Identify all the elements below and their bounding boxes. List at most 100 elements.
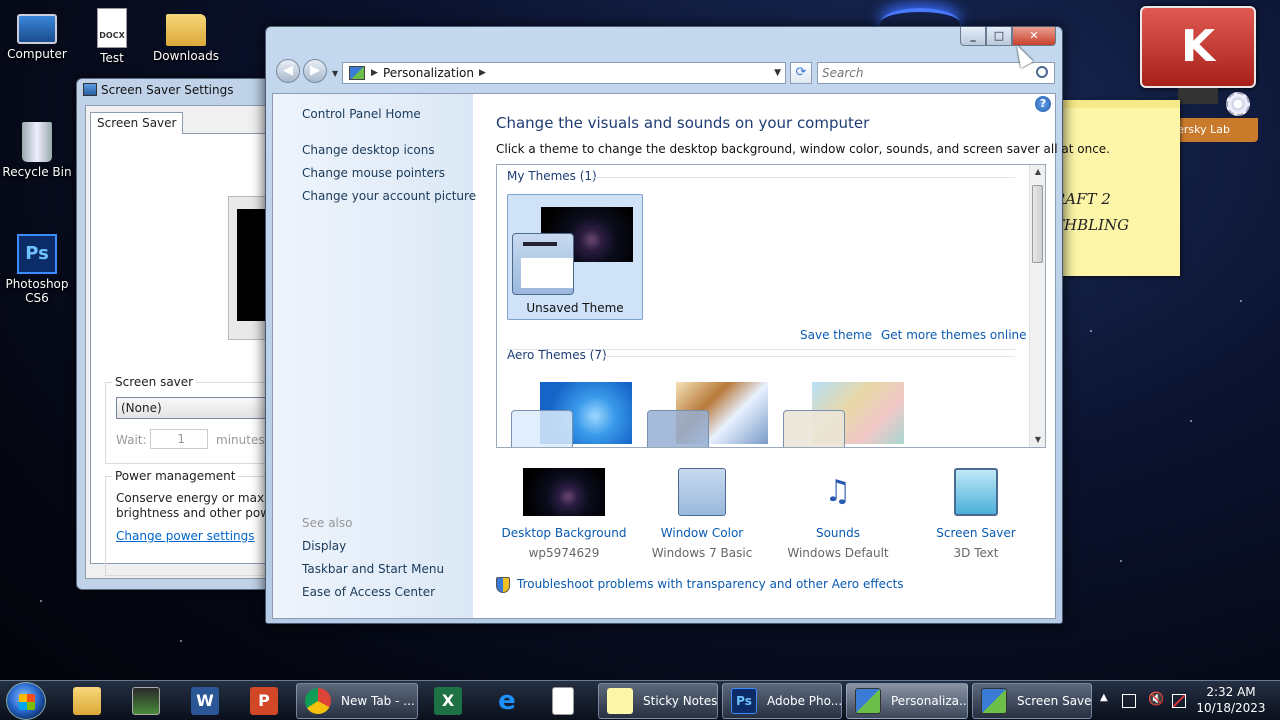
taskbar-button-sticky-notes[interactable]: Sticky Notes [598,683,718,719]
themes-list[interactable]: My Themes (1) Unsaved Theme Save theme G… [496,164,1046,448]
change-desktop-icons-link[interactable]: Change desktop icons [302,143,435,157]
swatch-bar [523,242,557,246]
control-panel-icon [349,66,365,80]
desktop-icon-test[interactable]: DOCX Test [75,8,149,65]
window-color-label: Window Color [660,526,744,540]
taskbar-start-menu-link[interactable]: Taskbar and Start Menu [302,562,444,576]
change-mouse-pointers-link[interactable]: Change mouse pointers [302,166,445,180]
powerpoint-icon: P [250,687,278,715]
photoshop-icon: Ps [731,688,757,714]
taskbar-explorer[interactable] [62,685,112,717]
change-account-picture-link[interactable]: Change your account picture [302,189,476,203]
excel-icon: X [434,687,462,715]
taskbar-document-app[interactable] [541,685,591,717]
forward-button[interactable]: ▶ [303,59,327,83]
breadcrumb-arrow-icon[interactable]: ▶ [479,63,486,83]
address-bar[interactable]: ▶ Personalization ▶ ▼ [342,62,786,84]
desktop-icon-label: Test [100,51,124,65]
personalization-window[interactable]: _ □ ✕ ◀ ▶ ▼ ▶ Personalization ▶ ▼ ⟳ Cont… [265,26,1110,624]
desktop-icon-downloads[interactable]: Downloads [149,8,223,63]
recent-pages-dropdown[interactable]: ▼ [332,69,338,78]
group-label: Power management [112,469,239,483]
power-management-group: Power management Conserve energy or maxi… [105,469,296,576]
document-icon [552,687,574,715]
gear-icon[interactable] [1226,92,1250,116]
breadcrumb-personalization[interactable]: Personalization [383,63,474,83]
back-button[interactable]: ◀ [276,59,300,83]
screen-saver-icon [83,83,97,96]
troubleshoot-link[interactable]: Troubleshoot problems with transparency … [496,577,904,593]
theme-tile-architecture[interactable] [643,380,769,447]
show-hidden-icons-icon[interactable]: ▲ [1100,692,1114,706]
taskbar-internet-explorer[interactable]: e [482,685,532,717]
theme-tile-unsaved[interactable]: Unsaved Theme [507,194,643,320]
photoshop-icon: Ps [17,234,57,274]
taskbar-button-chrome[interactable]: New Tab - ... [296,683,418,719]
scroll-down-icon[interactable]: ▼ [1030,433,1045,447]
screen-saver-settings-window[interactable]: Screen Saver Settings Screen Saver Scree… [76,78,296,590]
desktop-icon-recycle-bin[interactable]: Recycle Bin [0,122,74,179]
get-more-themes-link[interactable]: Get more themes online [881,328,1027,342]
sticky-note[interactable]: RAFT 2 THBLING [1054,100,1180,276]
breadcrumb-arrow-icon[interactable]: ▶ [371,63,378,83]
screen-saver-item[interactable]: Screen Saver 3D Text [907,468,1045,560]
screen-saver-icon [954,468,998,516]
volume-muted-icon[interactable]: 🔇 [1148,692,1164,707]
desktop-background-value: wp5974629 [528,546,600,560]
address-dropdown-icon[interactable]: ▼ [774,63,781,83]
docx-icon-text: DOCX [99,31,125,40]
taskbar-excel[interactable]: X [423,685,473,717]
star [1190,420,1192,422]
display-link[interactable]: Display [302,539,346,553]
taskbar-button-photoshop[interactable]: Ps Adobe Pho... [722,683,842,719]
scrollbar-thumb[interactable] [1032,185,1043,263]
control-panel-home-link[interactable]: Control Panel Home [302,107,421,121]
theme-name: Unsaved Theme [526,301,624,315]
sounds-label: Sounds [815,526,861,540]
window-color-swatch [511,410,573,447]
taskbar-button-label: Screen Save... [1017,694,1092,708]
sounds-value: Windows Default [787,546,889,560]
scroll-up-icon[interactable]: ▲ [1030,165,1045,179]
taskbar-monitor-app[interactable] [121,685,171,717]
desktop-icon-photoshop[interactable]: Ps Photoshop CS6 [0,234,74,305]
wait-stepper[interactable]: 1 [150,429,208,449]
desktop-icon-computer[interactable]: Computer [0,8,74,61]
taskbar-button-screen-saver[interactable]: Screen Save... [972,683,1092,719]
page-subtitle: Click a theme to change the desktop back… [496,142,1110,156]
star [1240,300,1242,302]
theme-tile-windows7[interactable] [507,380,633,447]
kaspersky-gadget[interactable]: K [1140,6,1256,88]
search-icon[interactable] [1036,66,1048,78]
window-color-item[interactable]: Window Color Windows 7 Basic [633,468,771,560]
refresh-button[interactable]: ⟳ [790,62,812,84]
themes-scrollbar[interactable]: ▲ ▼ [1029,165,1045,447]
desktop-icon-label: Downloads [153,49,219,63]
theme-tile-characters[interactable] [779,380,905,447]
help-icon[interactable]: ? [1035,96,1051,112]
start-button[interactable] [6,682,46,720]
word-icon: W [191,687,219,715]
taskbar-clock[interactable]: 2:32 AM 10/18/2023 [1196,684,1266,716]
desktop-background-item[interactable]: Desktop Background wp5974629 [495,468,633,560]
search-input[interactable] [818,63,1018,83]
taskbar-button-label: Sticky Notes [643,694,718,708]
ease-of-access-link[interactable]: Ease of Access Center [302,585,435,599]
troubleshoot-text: Troubleshoot problems with transparency … [517,577,904,591]
taskbar-powerpoint[interactable]: P [239,685,289,717]
screen-saver-select[interactable]: (None) [116,397,274,419]
network-disconnected-icon[interactable] [1172,694,1186,708]
minutes-label: minutes [216,433,265,447]
maximize-button[interactable]: □ [986,27,1012,46]
taskbar-button-personalization[interactable]: Personaliza... [846,683,968,719]
sounds-item[interactable]: ♫ Sounds Windows Default [769,468,907,560]
save-theme-link[interactable]: Save theme [800,328,872,342]
window-titlebar[interactable]: Screen Saver Settings [77,79,275,101]
sticky-note-bar [1062,100,1180,108]
change-power-settings-link[interactable]: Change power settings [116,529,255,543]
taskbar-word[interactable]: W [180,685,230,717]
tab-screen-saver[interactable]: Screen Saver [90,112,184,134]
kaspersky-stand [1178,88,1218,104]
action-center-icon[interactable] [1122,694,1136,708]
minimize-button[interactable]: _ [960,27,986,46]
